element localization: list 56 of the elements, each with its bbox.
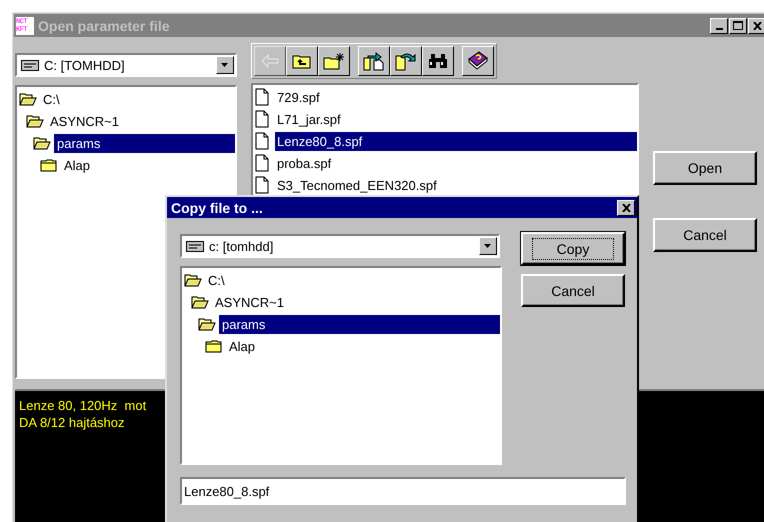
toolbar-button[interactable] — [318, 46, 350, 76]
new-folder-icon — [323, 52, 345, 70]
toolbar-button[interactable] — [358, 46, 390, 76]
file-icon — [255, 88, 269, 106]
file-icon — [255, 154, 269, 172]
file-item[interactable]: Lenze80_8.spf — [275, 132, 637, 150]
folder-item[interactable]: C:\ — [205, 270, 228, 290]
folder-item[interactable]: params — [219, 314, 500, 334]
window-title: Open parameter file — [38, 18, 170, 34]
dialog-button[interactable]: Copy — [521, 232, 625, 265]
caret-icon — [221, 63, 229, 67]
file-icon — [255, 132, 269, 150]
description-text: Lenze 80, 120Hz mot — [19, 397, 146, 414]
file-item[interactable]: 729.spf — [275, 88, 637, 106]
close-icon — [752, 22, 762, 30]
description-text: DA 8/12 hajtáshoz — [19, 414, 125, 431]
maximize-button[interactable] — [729, 18, 747, 34]
caret-icon — [484, 244, 492, 248]
dialog-button[interactable]: Cancel — [521, 274, 625, 307]
close-button[interactable] — [748, 18, 764, 34]
toolbar-button[interactable] — [422, 46, 454, 76]
dialog-title: Copy file to ... — [171, 200, 264, 216]
back-arrow-icon — [261, 54, 279, 68]
close-icon — [622, 204, 630, 212]
toolbar-button[interactable] — [286, 46, 318, 76]
folder-item[interactable]: Alap — [61, 156, 94, 174]
file-item[interactable]: S3_Tecnomed_EEN320.spf — [275, 176, 637, 194]
file-item[interactable]: proba.spf — [275, 154, 637, 172]
folder-item[interactable]: params — [54, 134, 235, 152]
minimize-button[interactable] — [710, 18, 728, 34]
folder-up-icon — [292, 53, 312, 69]
help-book-icon — [467, 51, 489, 71]
close-button[interactable] — [617, 200, 635, 216]
toolbar-button[interactable] — [390, 46, 422, 76]
maximize-icon — [733, 21, 743, 30]
dialog-button[interactable]: Open — [653, 151, 757, 185]
folder-item[interactable]: ASYNCR~1 — [47, 112, 122, 130]
move-file-icon — [395, 51, 417, 71]
copy-file-icon — [363, 51, 385, 71]
folder-item[interactable]: ASYNCR~1 — [212, 292, 287, 312]
drive-dropdown[interactable]: C: [TOMHDD] — [15, 53, 237, 77]
drive-icon — [186, 240, 204, 252]
dialog-button[interactable]: Cancel — [653, 218, 757, 252]
file-item[interactable]: L71_jar.spf — [275, 110, 637, 128]
dropdown-button[interactable] — [479, 237, 497, 255]
folder-item[interactable]: C:\ — [40, 90, 63, 108]
file-icon — [255, 176, 269, 194]
binoculars-icon — [428, 53, 448, 69]
filename-field[interactable]: Lenze80_8.spf — [180, 477, 626, 505]
drive-icon — [21, 60, 39, 70]
folder-item[interactable]: Alap — [226, 336, 258, 356]
toolbar-button[interactable] — [462, 46, 494, 76]
drive-dropdown[interactable]: c: [tomhdd] — [180, 234, 500, 258]
minimize-icon — [716, 28, 722, 30]
dropdown-button[interactable] — [216, 56, 234, 74]
file-icon — [255, 110, 269, 128]
